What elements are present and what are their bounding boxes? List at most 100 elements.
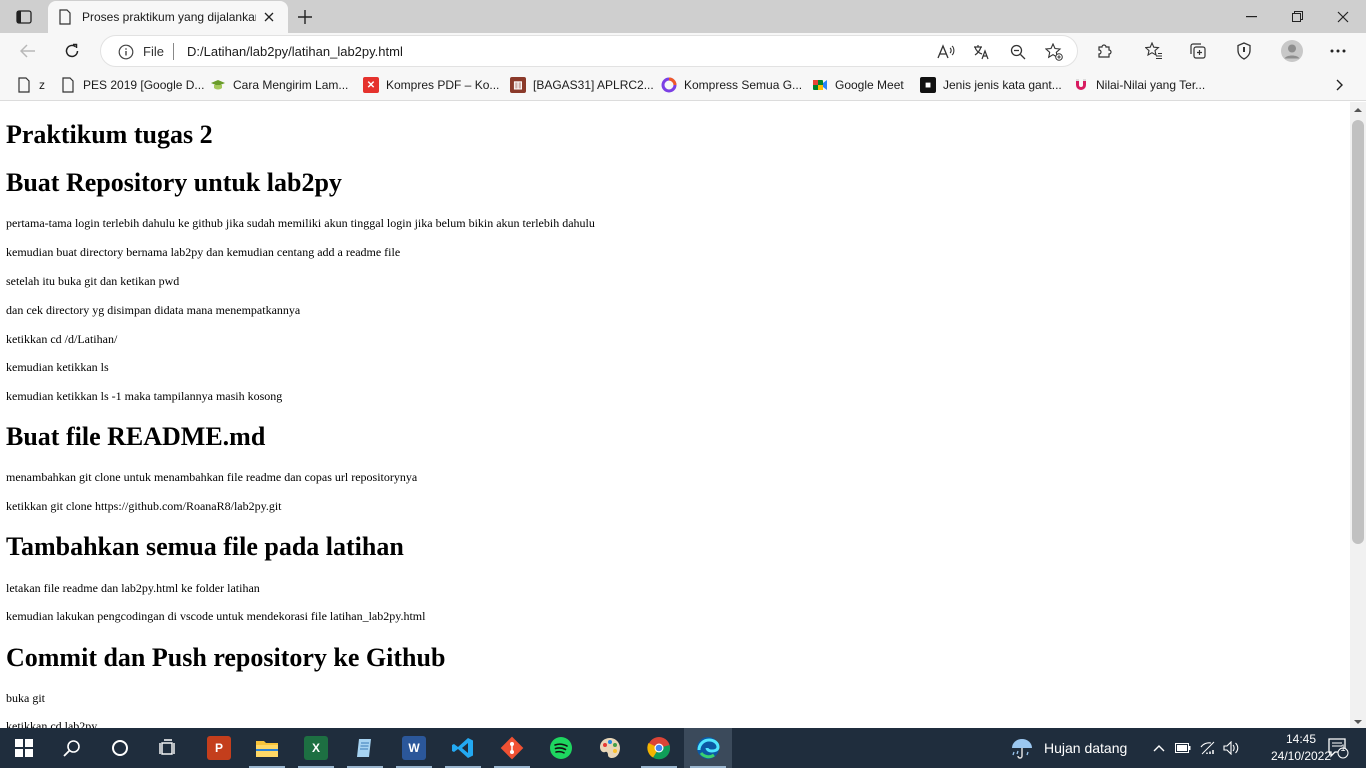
weather-widget[interactable]: Hujan datang bbox=[1010, 728, 1127, 768]
notepad-icon bbox=[357, 739, 371, 757]
profile-button[interactable] bbox=[1278, 37, 1306, 65]
volume-button[interactable] bbox=[1220, 728, 1242, 768]
bookmark-label: Google Meet bbox=[835, 78, 904, 92]
new-tab-button[interactable] bbox=[292, 4, 318, 30]
scroll-up-icon[interactable] bbox=[1354, 106, 1362, 114]
scroll-down-icon[interactable] bbox=[1354, 718, 1362, 726]
show-hidden-icons-button[interactable] bbox=[1148, 728, 1170, 768]
taskbar-app-powerpoint[interactable]: P bbox=[195, 728, 243, 768]
collections-button[interactable] bbox=[1184, 37, 1212, 65]
bookmark-item[interactable]: Nilai-Nilai yang Ter... bbox=[1073, 75, 1205, 95]
read-aloud-icon[interactable] bbox=[935, 41, 957, 63]
taskbar-app-file-explorer[interactable] bbox=[243, 728, 291, 768]
add-favorite-icon[interactable] bbox=[1043, 41, 1065, 63]
taskbar-app-excel[interactable]: X bbox=[292, 728, 340, 768]
browser-toolbar: File D:/Latihan/lab2py/latihan_lab2py.ht… bbox=[0, 33, 1366, 69]
bookmark-item[interactable]: Cara Mengirim Lam... bbox=[210, 75, 348, 95]
scrollbar-thumb[interactable] bbox=[1352, 120, 1364, 544]
spotify-icon bbox=[550, 737, 572, 759]
taskbar-app-word[interactable]: W bbox=[390, 728, 438, 768]
paragraph: ketikkan cd /d/Latihan/ bbox=[6, 332, 118, 346]
taskbar-app-git[interactable] bbox=[488, 728, 536, 768]
section-title: Buat file README.md bbox=[6, 422, 266, 451]
favorites-button[interactable] bbox=[1140, 37, 1168, 65]
search-button[interactable] bbox=[48, 728, 96, 768]
bookmark-label: z bbox=[39, 78, 45, 92]
close-window-button[interactable] bbox=[1320, 0, 1366, 33]
vscode-icon bbox=[452, 738, 473, 758]
address-bar[interactable]: File D:/Latihan/lab2py/latihan_lab2py.ht… bbox=[100, 35, 1078, 67]
bookmark-item[interactable]: ■ Jenis jenis kata gant... bbox=[920, 75, 1062, 95]
page-icon bbox=[59, 9, 71, 25]
plus-icon bbox=[298, 10, 312, 24]
excel-icon: X bbox=[304, 736, 328, 760]
settings-menu-button[interactable] bbox=[1324, 37, 1352, 65]
page-title: Praktikum tugas 2 bbox=[6, 120, 213, 149]
battery-icon bbox=[1175, 743, 1191, 753]
graduation-cap-icon bbox=[211, 80, 225, 90]
tab-active[interactable]: Proses praktikum yang dijalankan bbox=[48, 1, 288, 33]
page-icon bbox=[62, 77, 74, 93]
weather-text: Hujan datang bbox=[1044, 740, 1128, 756]
chevron-right-icon bbox=[1336, 79, 1343, 91]
taskbar-app-edge[interactable] bbox=[684, 728, 732, 768]
back-button[interactable] bbox=[13, 36, 43, 66]
task-view-button[interactable] bbox=[144, 728, 192, 768]
taskbar-app-chrome[interactable] bbox=[635, 728, 683, 768]
speaker-icon bbox=[1223, 741, 1239, 755]
bookmark-item[interactable]: ▥ [BAGAS31] APLRC2... bbox=[510, 75, 654, 95]
cortana-button[interactable] bbox=[96, 728, 144, 768]
umbrella-rain-icon bbox=[1012, 739, 1032, 759]
ring-icon bbox=[661, 77, 677, 93]
google-meet-icon bbox=[813, 80, 827, 90]
address-divider bbox=[173, 43, 174, 60]
bookmark-label: Cara Mengirim Lam... bbox=[233, 78, 349, 92]
page-viewport: Praktikum tugas 2 Buat Repository untuk … bbox=[0, 102, 1350, 728]
battery-button[interactable] bbox=[1172, 728, 1194, 768]
collections-icon bbox=[1190, 43, 1206, 59]
task-view-icon bbox=[159, 739, 175, 755]
info-icon[interactable] bbox=[117, 43, 135, 61]
restore-button[interactable] bbox=[1274, 0, 1320, 33]
translate-icon[interactable] bbox=[971, 41, 993, 63]
word-icon: W bbox=[402, 736, 426, 760]
section-title: Tambahkan semua file pada latihan bbox=[6, 532, 404, 561]
refresh-icon bbox=[65, 43, 79, 58]
section-title: Commit dan Push repository ke Github bbox=[6, 643, 446, 672]
tab-actions-button[interactable] bbox=[8, 4, 40, 30]
taskbar-app-notepad[interactable] bbox=[341, 728, 389, 768]
favorites-icon bbox=[1145, 42, 1162, 60]
taskbar-app-paint[interactable] bbox=[586, 728, 634, 768]
zoom-out-icon[interactable] bbox=[1007, 41, 1029, 63]
bookmark-item[interactable]: ✕ Kompres PDF – Ko... bbox=[363, 75, 499, 95]
wifi-button[interactable] bbox=[1197, 728, 1219, 768]
bookmark-item[interactable]: PES 2019 [Google D... bbox=[60, 75, 204, 95]
tab-close-button[interactable] bbox=[260, 8, 278, 26]
cortana-icon bbox=[112, 740, 128, 756]
minimize-button[interactable] bbox=[1228, 0, 1274, 33]
puzzle-icon bbox=[1098, 44, 1112, 58]
bagas31-icon: ▥ bbox=[510, 77, 526, 93]
tab-bar: Proses praktikum yang dijalankan bbox=[0, 0, 1366, 33]
bookmark-item[interactable]: z bbox=[16, 75, 45, 95]
search-icon bbox=[63, 740, 80, 757]
address-url[interactable]: D:/Latihan/lab2py/latihan_lab2py.html bbox=[187, 44, 403, 59]
bookmark-label: Nilai-Nilai yang Ter... bbox=[1096, 78, 1206, 92]
taskbar-app-spotify[interactable] bbox=[537, 728, 585, 768]
bookmark-item[interactable]: Google Meet bbox=[812, 75, 904, 95]
paragraph: kemudian ketikkan ls bbox=[6, 360, 109, 374]
bookmark-label: Kompres PDF – Ko... bbox=[386, 78, 500, 92]
address-scheme: File bbox=[143, 44, 164, 59]
vertical-scrollbar[interactable] bbox=[1350, 102, 1366, 728]
bookmarks-more-button[interactable] bbox=[1330, 75, 1350, 95]
extensions-button[interactable] bbox=[1091, 37, 1119, 65]
browser-essentials-button[interactable] bbox=[1230, 37, 1258, 65]
start-button[interactable] bbox=[0, 728, 48, 768]
bookmark-label: [BAGAS31] APLRC2... bbox=[533, 78, 654, 92]
taskbar-app-vscode[interactable] bbox=[439, 728, 487, 768]
refresh-button[interactable] bbox=[57, 36, 87, 66]
notifications-button[interactable]: 1 bbox=[1318, 728, 1358, 768]
paragraph: kemudian ketikkan ls -1 maka tampilannya… bbox=[6, 389, 283, 403]
bookmark-item[interactable]: Kompress Semua G... bbox=[661, 75, 802, 95]
bookmark-label: Kompress Semua G... bbox=[684, 78, 803, 92]
